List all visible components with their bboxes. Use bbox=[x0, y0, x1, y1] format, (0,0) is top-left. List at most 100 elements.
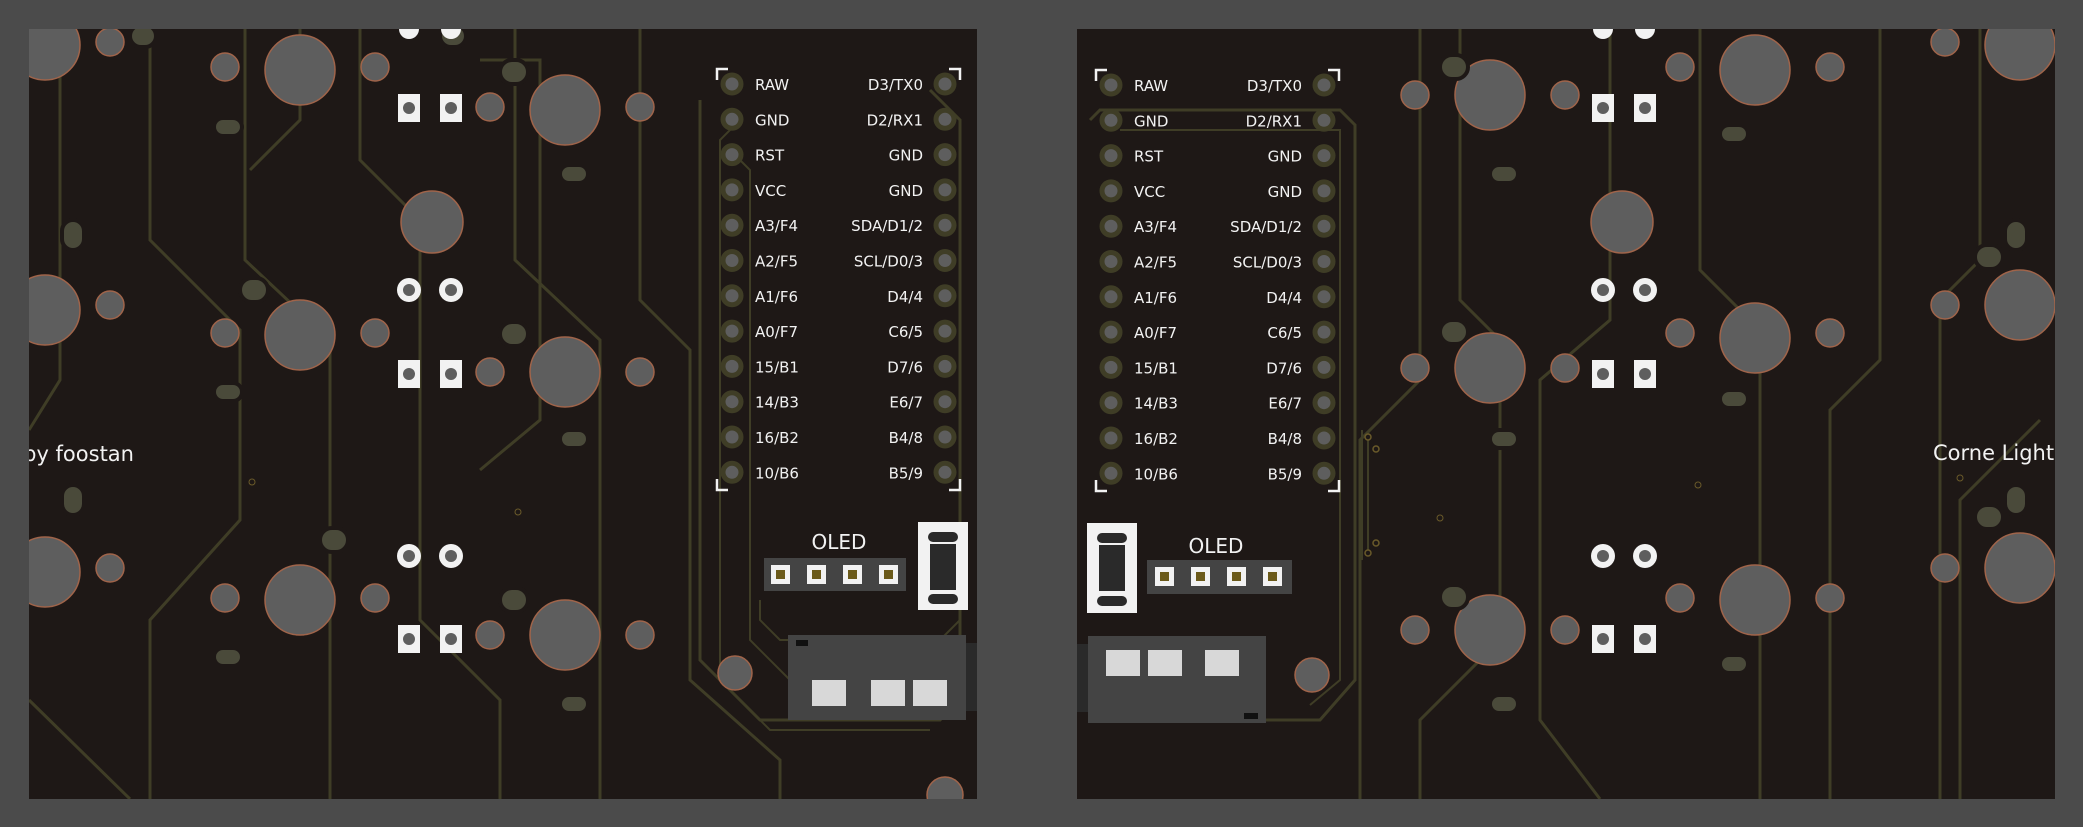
right-mcu-pin-pad-right-6 bbox=[1312, 285, 1336, 309]
right-mcu-pin-label-left-3: VCC bbox=[1134, 183, 1165, 201]
left-mcu-pin-pad-left-7 bbox=[720, 319, 744, 343]
right-mcu-pin-label-right-9: E6/7 bbox=[1268, 395, 1302, 413]
right-mcu-pin-label-left-1: GND bbox=[1134, 112, 1168, 130]
left-mcu-pin-pad-left-2 bbox=[720, 143, 744, 167]
left-mcu-pin-label-right-2: GND bbox=[889, 147, 923, 165]
left-trrs-jack bbox=[788, 635, 996, 720]
left-mcu-pin-pad-left-9 bbox=[720, 390, 744, 414]
left-mcu-pin-pad-right-3 bbox=[933, 178, 957, 202]
left-reset-switch bbox=[918, 522, 968, 610]
left-mcu-pin-pad-left-3 bbox=[720, 178, 744, 202]
left-mcu-pin-label-left-4: A3/F4 bbox=[755, 217, 798, 235]
right-board-title: Corne Light bbox=[1933, 441, 2054, 465]
right-reset-switch bbox=[1087, 523, 1137, 613]
right-mcu-pin-pad-left-9 bbox=[1099, 391, 1123, 415]
right-mcu-pin-label-right-8: D7/6 bbox=[1266, 359, 1302, 377]
right-mcu-pin-pad-left-7 bbox=[1099, 320, 1123, 344]
left-mcu-pin-pad-right-8 bbox=[933, 354, 957, 378]
left-mcu-pin-label-left-11: 10/B6 bbox=[755, 464, 799, 482]
right-mcu-pin-label-left-10: 16/B2 bbox=[1134, 430, 1178, 448]
left-mcu-pin-pad-right-10 bbox=[933, 425, 957, 449]
right-mcu-pin-pad-left-8 bbox=[1099, 355, 1123, 379]
right-mcu-pin-label-left-4: A3/F4 bbox=[1134, 218, 1177, 236]
left-mcu-pin-pad-left-4 bbox=[720, 213, 744, 237]
left-mcu-pin-label-left-1: GND bbox=[755, 111, 789, 129]
left-mcu-pin-label-left-5: A2/F5 bbox=[755, 253, 798, 271]
right-trrs-jack bbox=[1058, 636, 1266, 723]
right-oled-label: OLED bbox=[1189, 534, 1244, 558]
right-mcu-pin-pad-right-5 bbox=[1312, 250, 1336, 273]
left-mcu-pin-label-right-4: SDA/D1/2 bbox=[851, 217, 923, 235]
right-mcu-pin-pad-left-5 bbox=[1099, 250, 1123, 273]
right-mcu-pin-label-right-4: SDA/D1/2 bbox=[1230, 218, 1302, 236]
left-mcu-pin-label-left-8: 15/B1 bbox=[755, 358, 799, 376]
right-mcu-pin-label-right-0: D3/TX0 bbox=[1247, 77, 1302, 95]
left-mcu-pin-label-left-0: RAW bbox=[755, 76, 789, 94]
left-mcu-pin-pad-left-11 bbox=[720, 460, 744, 484]
right-mcu-pin-pad-right-4 bbox=[1312, 214, 1336, 238]
left-mcu-pin-pad-left-1 bbox=[720, 107, 744, 131]
right-mcu-pin-label-left-11: 10/B6 bbox=[1134, 465, 1178, 483]
left-mcu-pin-label-right-5: SCL/D0/3 bbox=[854, 253, 923, 271]
right-mcu-pin-pad-left-10 bbox=[1099, 426, 1123, 450]
left-mcu-pin-label-right-7: C6/5 bbox=[888, 323, 923, 341]
right-mcu-pin-label-left-9: 14/B3 bbox=[1134, 395, 1178, 413]
right-mcu-pin-pad-left-0 bbox=[1099, 73, 1123, 97]
left-mcu-pin-pad-right-1 bbox=[933, 107, 957, 131]
right-mcu-pin-label-right-10: B4/8 bbox=[1268, 430, 1302, 448]
left-mcu-pin-pad-right-11 bbox=[933, 460, 957, 484]
left-board-credit: by foostan bbox=[23, 442, 134, 466]
left-mcu-pin-label-right-0: D3/TX0 bbox=[868, 76, 923, 94]
left-mcu-pin-label-left-10: 16/B2 bbox=[755, 429, 799, 447]
right-mcu-pin-label-left-8: 15/B1 bbox=[1134, 359, 1178, 377]
right-mcu-pin-pad-right-1 bbox=[1312, 108, 1336, 132]
right-mcu-pin-pad-right-7 bbox=[1312, 320, 1336, 344]
right-mcu-pin-label-right-2: GND bbox=[1268, 148, 1302, 166]
left-mcu-pin-pad-left-6 bbox=[720, 284, 744, 308]
right-mcu-pin-label-right-3: GND bbox=[1268, 183, 1302, 201]
left-mcu-pin-label-right-6: D4/4 bbox=[887, 288, 923, 306]
right-mcu-pin-pad-right-2 bbox=[1312, 144, 1336, 168]
left-mcu-pin-pad-left-10 bbox=[720, 425, 744, 449]
right-mcu-pin-pad-left-11 bbox=[1099, 461, 1123, 485]
right-mcu-pin-pad-left-1 bbox=[1099, 108, 1123, 132]
right-mcu-pin-pad-right-8 bbox=[1312, 355, 1336, 379]
left-mcu-pin-pad-right-9 bbox=[933, 390, 957, 414]
right-mcu-pin-pad-left-4 bbox=[1099, 214, 1123, 238]
right-mcu-pin-label-right-11: B5/9 bbox=[1268, 465, 1302, 483]
left-mcu-pin-label-right-9: E6/7 bbox=[889, 394, 923, 412]
right-mcu-pin-pad-right-11 bbox=[1312, 461, 1336, 485]
left-mcu-pin-label-left-7: A0/F7 bbox=[755, 323, 798, 341]
left-mcu-pin-pad-right-4 bbox=[933, 213, 957, 237]
left-mcu-pin-label-left-3: VCC bbox=[755, 182, 786, 200]
right-mcu-pin-pad-right-9 bbox=[1312, 391, 1336, 415]
left-mcu-pin-label-left-6: A1/F6 bbox=[755, 288, 798, 306]
right-mcu-pin-label-right-1: D2/RX1 bbox=[1246, 112, 1302, 130]
right-mcu-pin-label-right-6: D4/4 bbox=[1266, 289, 1302, 307]
right-mcu-pin-label-left-0: RAW bbox=[1134, 77, 1168, 95]
right-mcu-pin-label-left-5: A2/F5 bbox=[1134, 254, 1177, 272]
left-mcu-pin-pad-left-5 bbox=[720, 249, 744, 272]
left-mcu-pin-pad-left-0 bbox=[720, 72, 744, 96]
right-mcu-pin-label-right-7: C6/5 bbox=[1267, 324, 1302, 342]
left-mcu-pin-pad-left-8 bbox=[720, 354, 744, 378]
right-mcu-pin-label-left-7: A0/F7 bbox=[1134, 324, 1177, 342]
right-mcu-pin-pad-left-3 bbox=[1099, 179, 1123, 203]
left-mcu-pin-pad-right-0 bbox=[933, 72, 957, 96]
right-mcu-pin-label-left-6: A1/F6 bbox=[1134, 289, 1177, 307]
left-mcu-pin-pad-right-7 bbox=[933, 319, 957, 343]
right-mcu-pin-label-right-5: SCL/D0/3 bbox=[1233, 254, 1302, 272]
left-mcu-pin-pad-right-2 bbox=[933, 143, 957, 167]
right-mcu-pin-label-left-2: RST bbox=[1134, 148, 1164, 166]
pcb-view: RAW D3/TX0 GND D2/RX1 RST GND VCC GND A3/F4 SDA/D… bbox=[0, 0, 2083, 827]
left-mcu-pin-pad-right-6 bbox=[933, 284, 957, 308]
left-mcu-pin-label-right-1: D2/RX1 bbox=[867, 111, 923, 129]
right-mcu-pin-pad-left-2 bbox=[1099, 144, 1123, 168]
right-mcu-pin-pad-left-6 bbox=[1099, 285, 1123, 309]
left-oled-label: OLED bbox=[812, 530, 867, 554]
left-mcu-pin-label-right-10: B4/8 bbox=[889, 429, 923, 447]
right-mcu-pin-pad-right-3 bbox=[1312, 179, 1336, 203]
left-mcu-pin-label-right-8: D7/6 bbox=[887, 358, 923, 376]
left-mcu-pin-label-left-2: RST bbox=[755, 147, 785, 165]
right-mcu-pin-pad-right-10 bbox=[1312, 426, 1336, 450]
